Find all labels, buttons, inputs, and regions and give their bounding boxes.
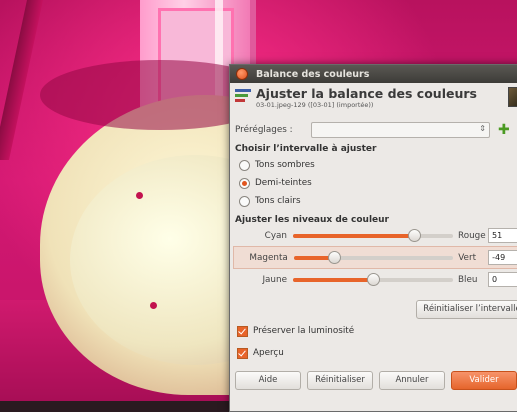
range-option-midtones[interactable]: Demi-teintes <box>239 176 517 190</box>
range-option-highlights[interactable]: Tons clairs <box>239 194 517 208</box>
cyan-red-slider[interactable] <box>293 228 453 242</box>
range-option-label: Demi-teintes <box>255 178 312 188</box>
color-balance-dialog: Balance des couleurs Ajuster la balance … <box>229 64 517 412</box>
preview-label: Aperçu <box>253 348 284 358</box>
radio-button[interactable] <box>239 177 250 189</box>
close-icon[interactable] <box>236 68 248 80</box>
levels-section-title: Ajuster les niveaux de couleur <box>235 215 389 225</box>
slider-handle[interactable] <box>407 228 421 242</box>
slider-handle[interactable] <box>328 250 342 264</box>
ok-button[interactable]: Valider <box>451 371 517 390</box>
cyan-label: Cyan <box>264 230 287 241</box>
cyan-red-value-input[interactable]: 51 <box>488 228 517 243</box>
image-thumbnail <box>508 87 517 107</box>
range-option-shadows[interactable]: Tons sombres <box>239 158 517 172</box>
photo-spot <box>136 192 143 199</box>
spinner-arrows-icon: ⇕ <box>479 124 486 133</box>
yellow-blue-value-input[interactable]: 0 <box>488 272 517 287</box>
magenta-label: Magenta <box>249 252 288 263</box>
radio-button[interactable] <box>239 195 250 207</box>
reset-button[interactable]: Réinitialiser <box>307 371 373 390</box>
preserve-luminosity-label: Préserver la luminosité <box>253 326 355 336</box>
range-option-label: Tons sombres <box>255 160 315 170</box>
cancel-button[interactable]: Annuler <box>379 371 445 390</box>
dialog-heading: Ajuster la balance des couleurs <box>256 86 477 101</box>
green-label: Vert <box>458 252 477 263</box>
add-preset-icon[interactable]: ✚ <box>498 123 510 137</box>
preserve-luminosity-checkbox[interactable]: Préserver la luminosité <box>237 323 354 339</box>
blue-label: Bleu <box>458 274 478 285</box>
help-button[interactable]: Aide <box>235 371 301 390</box>
checkbox[interactable] <box>237 325 248 337</box>
checkbox[interactable] <box>237 347 248 359</box>
cyan-red-slider-row: Cyan Rouge 51 <box>235 225 517 246</box>
red-label: Rouge <box>458 230 486 241</box>
slider-fill <box>293 277 373 282</box>
magenta-green-slider[interactable] <box>293 250 454 264</box>
photo-spot <box>150 302 157 309</box>
presets-label: Préréglages : <box>235 125 293 135</box>
range-section-title: Choisir l’intervalle à ajuster <box>235 144 377 154</box>
dialog-titlebar[interactable]: Balance des couleurs <box>230 65 517 83</box>
yellow-blue-slider-row: Jaune Bleu 0 <box>235 269 517 290</box>
magenta-green-slider-row: Magenta Vert -49 <box>233 246 517 269</box>
presets-combo[interactable]: ⇕ <box>311 122 490 138</box>
window-title: Balance des couleurs <box>256 68 370 80</box>
preview-checkbox[interactable]: Aperçu <box>237 345 354 361</box>
yellow-blue-slider[interactable] <box>293 272 453 286</box>
color-balance-icon <box>235 89 251 105</box>
dialog-buttons: Aide Réinitialiser Annuler Valider <box>235 371 517 390</box>
image-subheading: 03-01.jpeg-129 ([03-01] (importée)) <box>256 101 374 109</box>
slider-handle[interactable] <box>367 272 380 286</box>
magenta-green-value-input[interactable]: -49 <box>488 250 517 265</box>
range-option-label: Tons clairs <box>255 196 301 206</box>
slider-fill <box>293 233 414 238</box>
yellow-label: Jaune <box>262 274 287 285</box>
dialog-header: Ajuster la balance des couleurs 03-01.jp… <box>230 83 517 115</box>
reset-range-button[interactable]: Réinitialiser l’intervalle <box>416 300 517 319</box>
radio-button[interactable] <box>239 159 250 171</box>
